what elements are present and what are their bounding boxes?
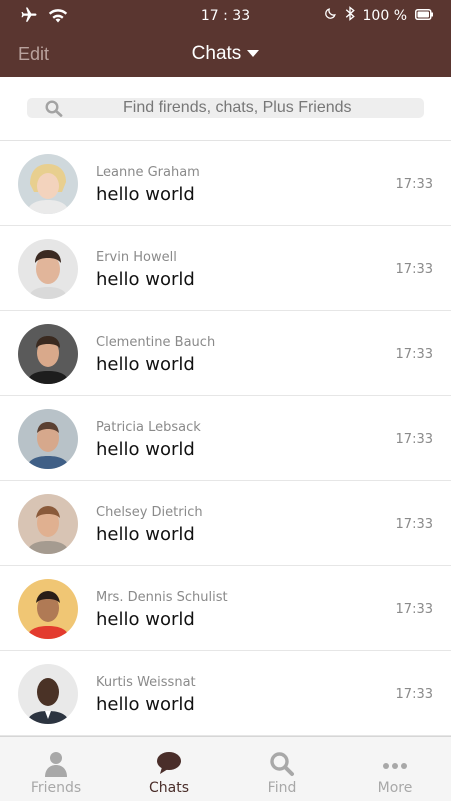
message-time: 17:33: [395, 262, 433, 277]
chat-list-item[interactable]: Chelsey Dietrich hello world 17:33: [0, 481, 451, 566]
chat-list-item[interactable]: Leanne Graham hello world 17:33: [0, 141, 451, 226]
tab-label: More: [377, 780, 413, 796]
chats-title-dropdown[interactable]: Chats: [0, 43, 451, 65]
avatar: [18, 494, 78, 554]
avatar: [18, 664, 78, 724]
moon-icon: [324, 7, 337, 24]
person-icon: [0, 751, 112, 777]
contact-name: Leanne Graham: [96, 165, 200, 180]
avatar: [18, 579, 78, 639]
avatar: [18, 154, 78, 214]
search-placeholder: Find firends, chats, Plus Friends: [123, 99, 352, 116]
last-message: hello world: [96, 609, 195, 630]
chat-list-item[interactable]: Ervin Howell hello world 17:33: [0, 226, 451, 311]
message-time: 17:33: [395, 687, 433, 702]
message-time: 17:33: [395, 177, 433, 192]
chat-list-item[interactable]: Mrs. Dennis Schulist hello world 17:33: [0, 566, 451, 651]
contact-name: Clementine Bauch: [96, 335, 216, 350]
battery-percent: 100 %: [362, 7, 407, 24]
avatar: [18, 239, 78, 299]
last-message: hello world: [96, 694, 195, 715]
last-message: hello world: [96, 269, 195, 290]
chat-list-item[interactable]: Clementine Bauch hello world 17:33: [0, 311, 451, 396]
message-time: 17:33: [395, 432, 433, 447]
message-time: 17:33: [395, 517, 433, 532]
chat-list: Leanne Graham hello world 17:33 Ervin Ho…: [0, 141, 451, 736]
last-message: hello world: [96, 184, 195, 205]
tab-more[interactable]: More: [339, 737, 451, 801]
tab-find[interactable]: Find: [226, 737, 338, 801]
contact-name: Mrs. Dennis Schulist: [96, 590, 228, 605]
contact-name: Chelsey Dietrich: [96, 505, 203, 520]
search-input[interactable]: Find firends, chats, Plus Friends: [27, 98, 424, 118]
bottom-tab-bar: Friends Chats Find More: [0, 736, 451, 801]
tab-label: Find: [267, 780, 297, 796]
more-dots-icon: [339, 751, 451, 777]
last-message: hello world: [96, 439, 195, 460]
tab-chats[interactable]: Chats: [113, 737, 225, 801]
caret-down-icon: [247, 50, 260, 58]
search-icon: [45, 100, 63, 121]
tab-label: Friends: [30, 780, 82, 796]
search-section: Find firends, chats, Plus Friends: [0, 77, 451, 141]
chat-list-item[interactable]: Patricia Lebsack hello world 17:33: [0, 396, 451, 481]
status-right: 100 %: [324, 6, 433, 25]
contact-name: Ervin Howell: [96, 250, 177, 265]
tab-label: Chats: [148, 780, 189, 796]
chat-bubble-icon: [113, 751, 225, 777]
search-icon: [226, 751, 338, 777]
navigation-bar: Edit Chats: [0, 32, 451, 77]
page-title: Chats: [191, 43, 242, 64]
avatar: [18, 324, 78, 384]
last-message: hello world: [96, 524, 195, 545]
last-message: hello world: [96, 354, 195, 375]
chat-list-item[interactable]: Kurtis Weissnat hello world 17:33: [0, 651, 451, 736]
status-bar: 17 : 33 100 %: [0, 0, 451, 32]
avatar: [18, 409, 78, 469]
battery-icon: [415, 8, 433, 24]
message-time: 17:33: [395, 347, 433, 362]
tab-friends[interactable]: Friends: [0, 737, 112, 801]
bluetooth-icon: [345, 6, 355, 25]
message-time: 17:33: [395, 602, 433, 617]
contact-name: Kurtis Weissnat: [96, 675, 196, 690]
contact-name: Patricia Lebsack: [96, 420, 201, 435]
